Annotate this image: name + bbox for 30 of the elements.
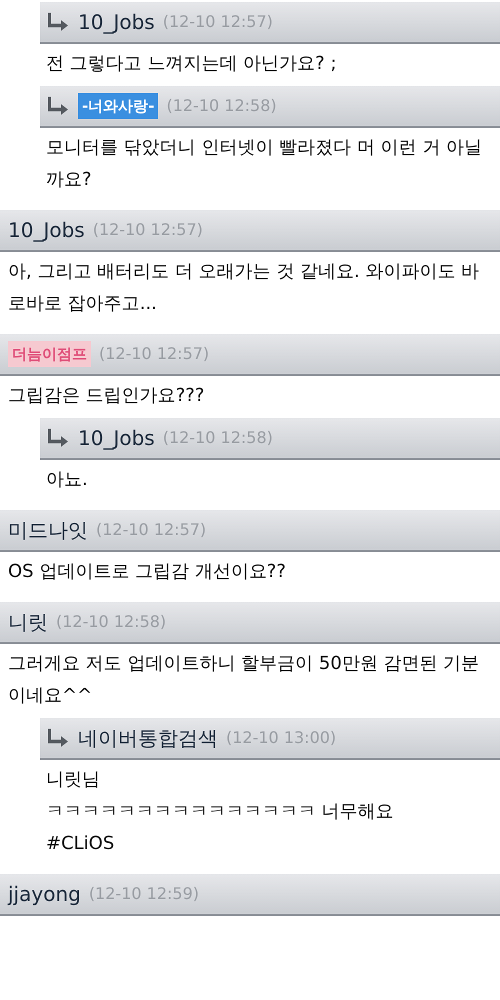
reply-arrow-icon	[48, 428, 70, 448]
comment-text: 그러게요 저도 업데이트하니 할부금이 50만원 감면된 기분이네요^^	[8, 652, 480, 708]
author-name[interactable]: 10_Jobs	[8, 215, 85, 245]
comment-time: (12-10 12:57)	[96, 519, 206, 541]
comment-time: (12-10 12:58)	[166, 95, 277, 117]
author-name[interactable]: 미드나잇	[8, 515, 88, 545]
author-name[interactable]: 니릿	[8, 607, 48, 637]
author-name[interactable]: 10_Jobs	[78, 7, 155, 37]
author-name[interactable]: 10_Jobs	[78, 423, 155, 453]
author-name[interactable]: 네이버통합검색	[78, 723, 218, 753]
comment-time: (12-10 12:57)	[99, 343, 210, 365]
comment-time: (12-10 13:00)	[226, 727, 336, 749]
comment-time: (12-10 12:59)	[88, 883, 199, 905]
author-name[interactable]: jjayong	[8, 879, 81, 909]
comment-text: 니릿님	[46, 768, 101, 792]
comment-time: (12-10 12:58)	[162, 427, 273, 449]
comment-text: OS 업데이트로 그립감 개선이요??	[8, 560, 287, 584]
comment-time: (12-10 12:57)	[92, 219, 203, 241]
reply-arrow-icon	[48, 12, 70, 32]
reply-arrow-icon	[48, 96, 70, 116]
comment-text: #CLiOS	[46, 832, 116, 856]
comment-text: 아뇨.	[46, 468, 89, 492]
comment-time: (12-10 12:57)	[162, 11, 273, 33]
comment-text: 아, 그리고 배터리도 더 오래가는 것 같네요. 와이파이도 바로바로 잡아주고...	[8, 260, 480, 316]
comment-text: 모니터를 닦았더니 인터넷이 빨라졌다 머 이런 거 아닐까요?	[46, 136, 484, 192]
comment-text: ㅋㅋㅋㅋㅋㅋㅋㅋㅋㅋㅋㅋㅋㅋㅋ 너무해요	[46, 800, 395, 824]
comment-time: (12-10 12:58)	[56, 611, 166, 633]
comment-text: 전 그렇다고 느껴지는데 아닌가요? ;	[46, 52, 338, 76]
reply-arrow-icon	[48, 728, 70, 748]
comment-text: 그립감은 드립인가요???	[8, 384, 206, 408]
